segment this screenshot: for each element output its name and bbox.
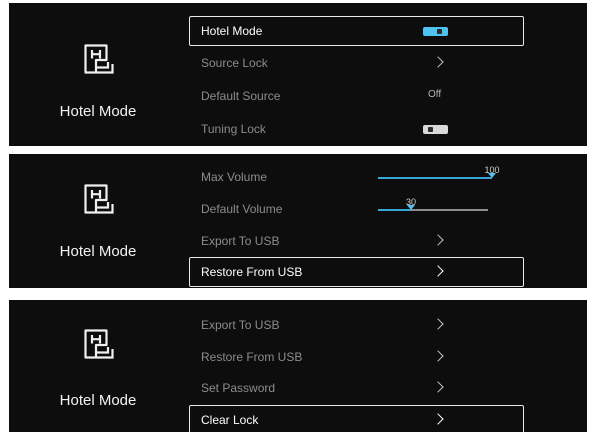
menu-row-restore-from-usb[interactable]: Restore From USB bbox=[189, 257, 524, 287]
side-info: Hotel Mode bbox=[9, 3, 187, 146]
chevron-right-icon bbox=[432, 318, 444, 330]
row-label: Export To USB bbox=[201, 234, 280, 248]
menu-row-default-volume[interactable]: Default Volume 30 bbox=[189, 194, 524, 224]
row-label: Restore From USB bbox=[201, 350, 303, 364]
side-title: Hotel Mode bbox=[59, 392, 137, 409]
menu-row-source-lock[interactable]: Source Lock bbox=[189, 48, 524, 78]
row-value: Off bbox=[428, 89, 442, 100]
row-label: Default Volume bbox=[201, 202, 283, 216]
chevron-right-icon bbox=[432, 234, 444, 246]
menu-row-max-volume[interactable]: Max Volume 100 bbox=[189, 162, 524, 192]
toggle-knob bbox=[437, 29, 442, 34]
row-label: Export To USB bbox=[201, 318, 280, 332]
hotel-mode-icon bbox=[83, 43, 115, 75]
side-info: Hotel Mode bbox=[9, 154, 187, 288]
tuning-lock-toggle[interactable] bbox=[423, 125, 448, 134]
menu-row-restore-from-usb[interactable]: Restore From USB bbox=[189, 342, 524, 372]
row-label: Clear Lock bbox=[201, 413, 259, 427]
slider-fill bbox=[378, 177, 492, 179]
menu-row-hotel-mode[interactable]: Hotel Mode bbox=[189, 16, 524, 46]
row-label: Default Source bbox=[201, 89, 281, 103]
row-label: Hotel Mode bbox=[201, 24, 263, 38]
menu-row-clear-lock[interactable]: Clear Lock bbox=[189, 405, 524, 432]
side-title: Hotel Mode bbox=[59, 103, 137, 120]
row-label: Set Password bbox=[201, 381, 276, 395]
menu-row-default-source[interactable]: Default Source Off bbox=[189, 81, 524, 111]
slider-value: 100 bbox=[484, 165, 500, 175]
chevron-right-icon bbox=[432, 350, 444, 362]
menu-row-tuning-lock[interactable]: Tuning Lock bbox=[189, 114, 524, 144]
settings-panel-2: Hotel Mode Max Volume 100 Default Volume… bbox=[9, 154, 587, 288]
max-volume-slider[interactable]: 100 bbox=[378, 165, 500, 179]
row-label: Source Lock bbox=[201, 56, 268, 70]
slider-value: 30 bbox=[406, 197, 417, 207]
toggle-knob bbox=[428, 127, 433, 132]
menu-row-set-password[interactable]: Set Password bbox=[189, 373, 524, 403]
menu-row-export-to-usb[interactable]: Export To USB bbox=[189, 226, 524, 256]
side-info: Hotel Mode bbox=[9, 300, 187, 432]
side-title: Hotel Mode bbox=[59, 243, 137, 260]
chevron-right-icon bbox=[432, 265, 444, 277]
default-volume-slider[interactable]: 30 bbox=[378, 197, 488, 211]
hotel-mode-toggle[interactable] bbox=[423, 27, 448, 36]
settings-panel-1: Hotel Mode Hotel Mode Source Lock Defaul… bbox=[9, 3, 587, 146]
chevron-right-icon bbox=[432, 56, 444, 68]
hotel-mode-icon bbox=[83, 328, 115, 360]
row-label: Tuning Lock bbox=[201, 122, 266, 136]
hotel-mode-icon bbox=[83, 183, 115, 215]
chevron-right-icon bbox=[432, 413, 444, 425]
chevron-right-icon bbox=[432, 381, 444, 393]
menu-row-export-to-usb[interactable]: Export To USB bbox=[189, 310, 524, 340]
row-label: Restore From USB bbox=[201, 265, 303, 279]
settings-panel-3: Hotel Mode Export To USB Restore From US… bbox=[9, 300, 587, 432]
row-label: Max Volume bbox=[201, 170, 268, 184]
